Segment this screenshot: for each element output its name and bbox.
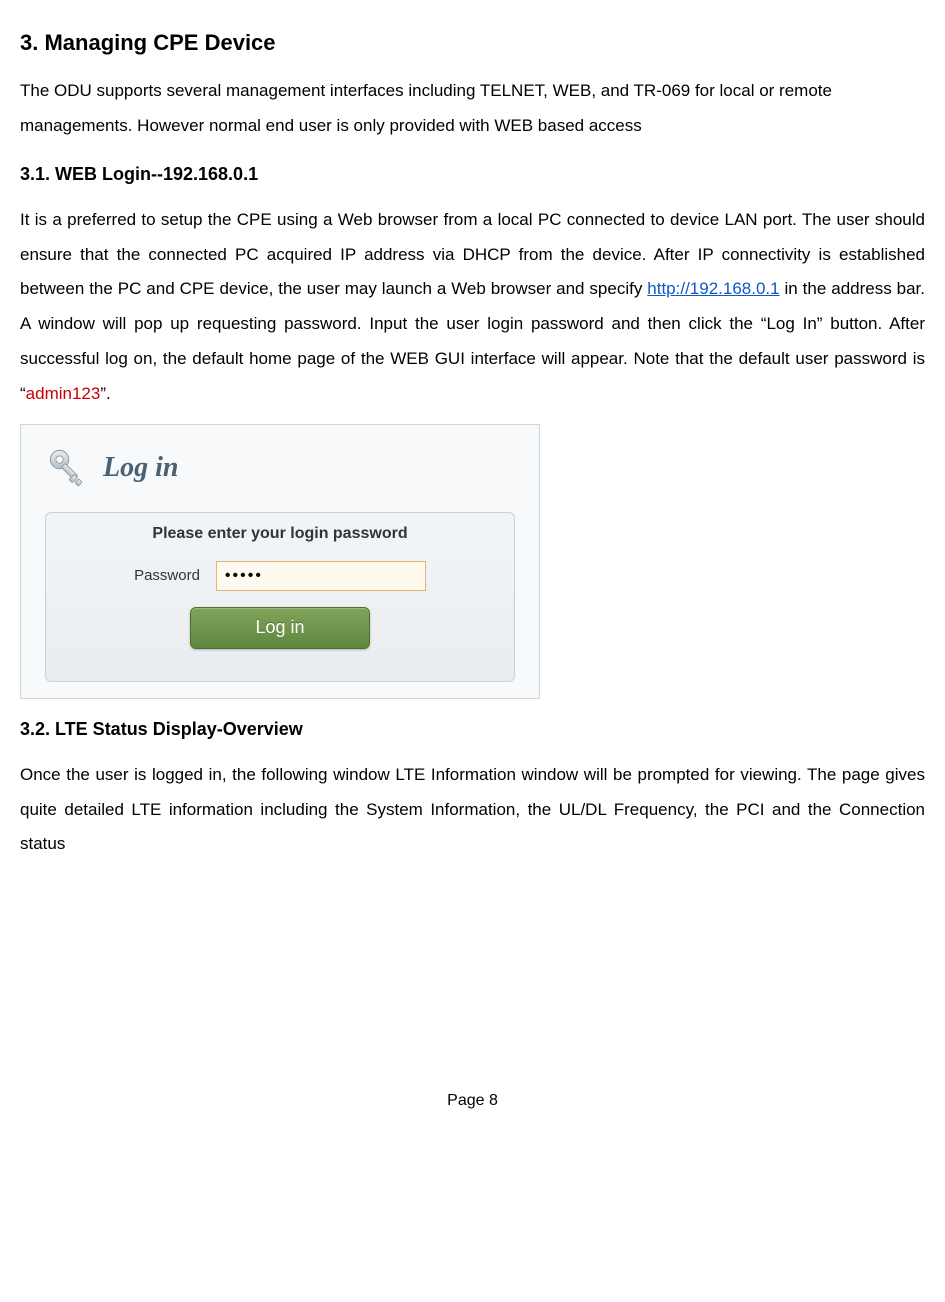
password-row: Password bbox=[46, 561, 514, 591]
paragraph-lte: Once the user is logged in, the followin… bbox=[20, 758, 925, 863]
paragraph-intro: The ODU supports several management inte… bbox=[20, 74, 925, 144]
login-button[interactable]: Log in bbox=[190, 607, 370, 649]
page-number: Page 8 bbox=[20, 1092, 925, 1110]
login-screenshot: Log in Please enter your login password … bbox=[20, 424, 540, 699]
password-label: Password bbox=[134, 567, 200, 584]
default-password-text: admin123 bbox=[26, 384, 101, 403]
login-url-link[interactable]: http://192.168.0.1 bbox=[647, 279, 779, 298]
login-header: Log in bbox=[21, 425, 539, 504]
login-title: Log in bbox=[103, 452, 178, 484]
login-prompt: Please enter your login password bbox=[46, 525, 514, 543]
section-heading: 3. Managing CPE Device bbox=[20, 30, 925, 56]
password-input[interactable] bbox=[216, 561, 426, 591]
text-span: ”. bbox=[100, 384, 110, 403]
key-icon bbox=[43, 443, 89, 494]
paragraph-web-login: It is a preferred to setup the CPE using… bbox=[20, 203, 925, 412]
login-panel: Please enter your login password Passwor… bbox=[45, 512, 515, 682]
subsection-heading-lte: 3.2. LTE Status Display-Overview bbox=[20, 719, 925, 740]
subsection-heading-web-login: 3.1. WEB Login--192.168.0.1 bbox=[20, 164, 925, 185]
